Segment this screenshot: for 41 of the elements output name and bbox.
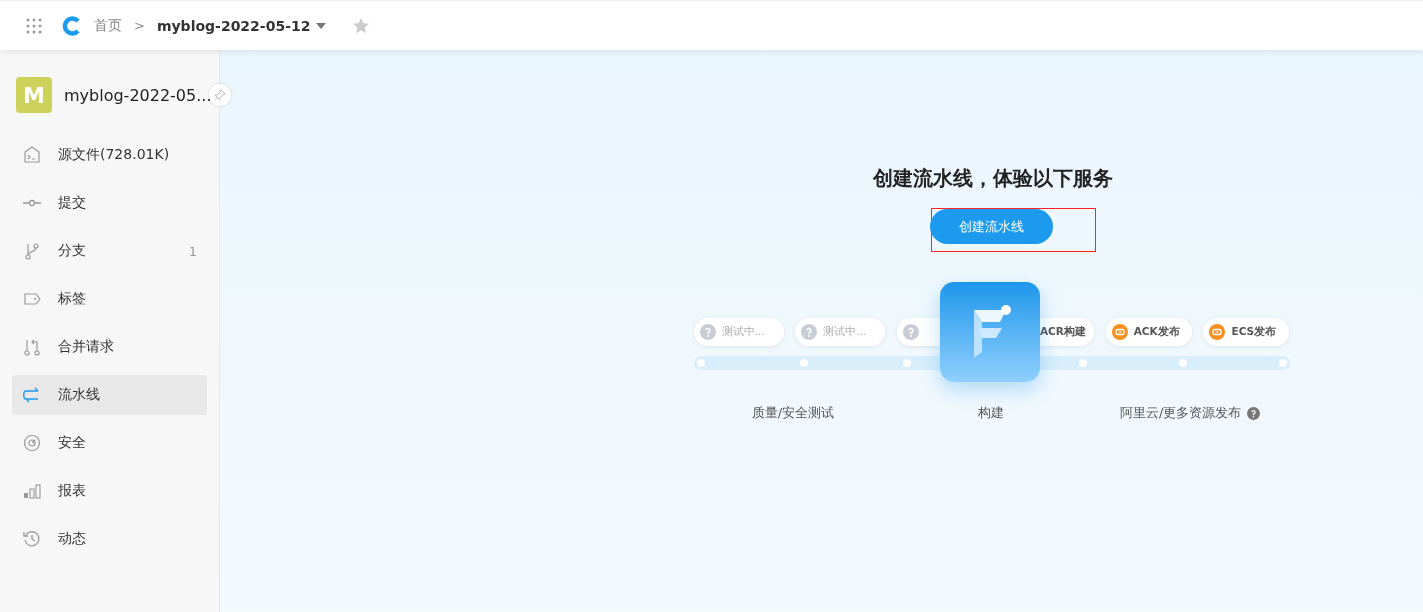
sidebar-item[interactable]: 分支 1 xyxy=(12,231,207,271)
caret-icon xyxy=(316,22,327,29)
terminal-icon xyxy=(22,145,42,165)
branch-count: 1 xyxy=(188,243,197,259)
project-name: myblog-2022-05... xyxy=(64,85,212,105)
sidebar-item[interactable]: 流水线 xyxy=(12,375,207,415)
question-icon xyxy=(699,324,716,340)
logo-icon[interactable] xyxy=(62,15,82,36)
help-icon[interactable] xyxy=(1247,406,1261,420)
breadcrumb-home[interactable]: 首页 xyxy=(94,16,122,35)
cloud-service-icon xyxy=(1209,324,1226,340)
project-avatar: M xyxy=(16,77,52,113)
branch-icon xyxy=(22,241,42,261)
repo-dropdown[interactable]: myblog-2022-05-12 xyxy=(156,17,327,34)
sidebar-item[interactable]: 标签 xyxy=(12,279,207,319)
sidebar-item[interactable]: 合并请求 xyxy=(12,327,207,367)
stage-label: 质量/安全测试 xyxy=(751,404,834,422)
service-chip: 测试中... xyxy=(795,318,886,346)
stage-label: 阿里云/更多资源发布 xyxy=(1119,404,1242,422)
breadcrumb-separator: > xyxy=(134,18,145,33)
history-icon xyxy=(22,529,42,549)
merge-icon xyxy=(22,337,42,357)
service-chip: ACK发布 xyxy=(1105,318,1192,346)
bar-chart-icon xyxy=(22,481,42,501)
sidebar-item[interactable]: 动态 xyxy=(12,519,207,559)
sidebar-item[interactable]: 报表 xyxy=(12,471,207,511)
apps-grid-icon[interactable] xyxy=(26,17,42,34)
sidebar-item[interactable]: 源文件(728.01K) xyxy=(12,135,207,175)
service-chip: ECS发布 xyxy=(1203,318,1290,346)
sidebar-item[interactable]: 安全 xyxy=(12,423,207,463)
sidebar-item[interactable]: 提交 xyxy=(12,183,207,223)
gauge-icon xyxy=(22,433,42,453)
pin-button[interactable] xyxy=(209,84,231,106)
service-chip: 测试中... xyxy=(693,318,784,346)
question-icon xyxy=(801,324,818,340)
page-heading: 创建流水线，体验以下服务 xyxy=(872,165,1113,192)
question-icon xyxy=(903,324,920,340)
pin-icon xyxy=(214,89,226,101)
star-icon[interactable] xyxy=(352,16,371,35)
cloud-service-icon xyxy=(1111,324,1128,340)
stage-label: 构建 xyxy=(978,404,1005,422)
